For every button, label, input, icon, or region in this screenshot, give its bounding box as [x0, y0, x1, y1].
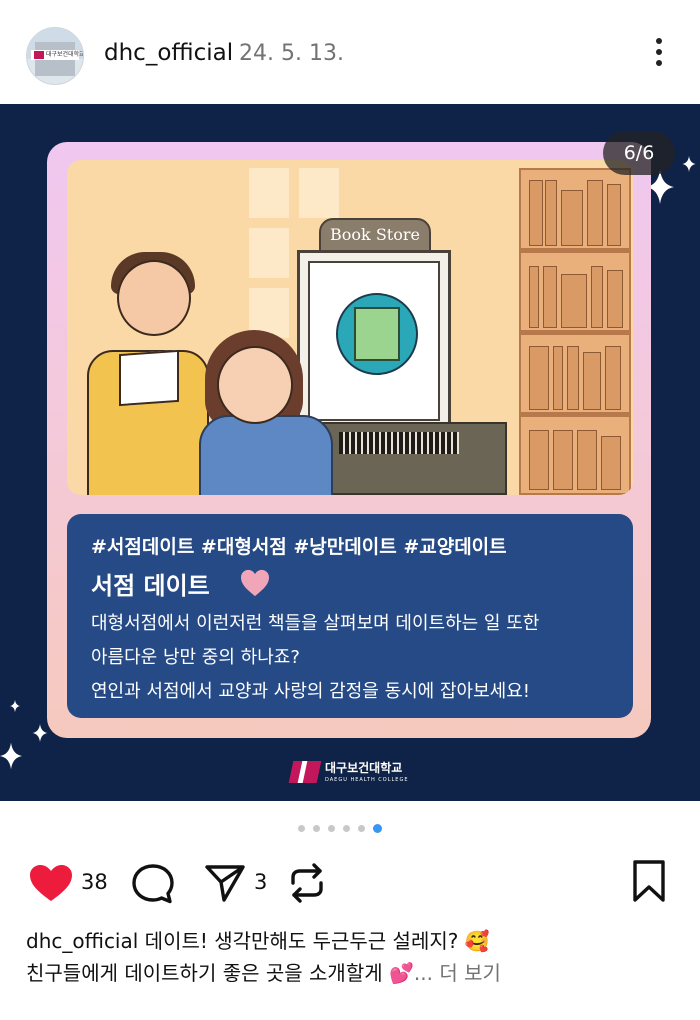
college-logo: 대구보건대학교 DAEGU HEALTH COLLEGE: [288, 759, 411, 789]
sparkle-icon: [32, 724, 48, 742]
boy-head: [117, 260, 191, 336]
college-logo-name: 대구보건대학교: [325, 761, 403, 775]
window-pane: [249, 168, 289, 218]
avatar[interactable]: 대구보건대학교: [26, 27, 84, 85]
caption-line-2: 친구들에게 데이트하기 좋은 곳을 소개할게 💕... 더 보기: [26, 957, 676, 989]
pager-dot-active: [373, 824, 382, 833]
more-vertical-icon[interactable]: [650, 38, 668, 72]
pager-dot: [343, 825, 350, 832]
kiosk: [297, 250, 451, 430]
avatar-text: 대구보건대학교: [46, 51, 84, 58]
panel-title: 서점 데이트: [91, 572, 210, 600]
post-date: 24. 5. 13.: [239, 41, 344, 66]
panel-line: 아름다운 낭만 중의 하나죠?: [91, 647, 300, 668]
more-link[interactable]: 더 보기: [439, 961, 501, 985]
sparkle-icon: [0, 742, 22, 770]
girl-head: [217, 346, 293, 424]
sparkle-icon: [10, 700, 20, 712]
caption-ellipsis: ...: [413, 961, 433, 985]
repost-icon[interactable]: [287, 861, 327, 905]
bookstore-scene: Book Store: [67, 160, 633, 495]
post-image[interactable]: Book Store #서점데이트 #대형서점 #낭만데이트 #교양데이트 서점…: [0, 104, 700, 801]
post-caption: dhc_official 데이트! 생각만해도 두근두근 설레지? 🥰 친구들에…: [26, 925, 676, 989]
college-logo-sub: DAEGU HEALTH COLLEGE: [325, 777, 409, 783]
post-username[interactable]: dhc_official: [104, 40, 233, 66]
avatar-logo-icon: [34, 51, 44, 59]
pager-dot: [328, 825, 335, 832]
pager-dot: [313, 825, 320, 832]
heart-filled-icon[interactable]: [28, 863, 74, 903]
open-book-icon: [119, 349, 179, 407]
caption-text-2: 친구들에게 데이트하기 좋은 곳을 소개할게 💕: [26, 961, 414, 985]
heart-icon: [241, 569, 269, 597]
caption-line-1: dhc_official 데이트! 생각만해도 두근두근 설레지? 🥰: [26, 925, 676, 957]
caption-username[interactable]: dhc_official: [26, 929, 138, 953]
panel-line: 연인과 서점에서 교양과 사랑의 감정을 동시에 잡아보세요!: [91, 681, 530, 702]
pager-dot: [298, 825, 305, 832]
post-header: 대구보건대학교 dhc_official 24. 5. 13.: [0, 0, 700, 104]
girl-figure: [199, 415, 333, 495]
hashtags: #서점데이트 #대형서점 #낭만데이트 #교양데이트: [91, 536, 507, 558]
window-pane: [249, 228, 289, 278]
window-pane: [299, 168, 339, 218]
kiosk-screen: [308, 261, 440, 421]
illustration-card: Book Store #서점데이트 #대형서점 #낭만데이트 #교양데이트 서점…: [47, 142, 651, 738]
kiosk-sign: Book Store: [319, 218, 431, 252]
send-icon[interactable]: [204, 863, 246, 903]
action-bar: 38 3: [0, 855, 700, 915]
text-panel: #서점데이트 #대형서점 #낭만데이트 #교양데이트 서점 데이트 대형서점에서…: [67, 514, 633, 718]
like-count[interactable]: 38: [81, 870, 108, 894]
bookmark-icon[interactable]: [631, 859, 667, 903]
caption-text-1: 데이트! 생각만해도 두근두근 설레지? 🥰: [144, 929, 490, 953]
pager-dot: [358, 825, 365, 832]
book-icon: [354, 307, 400, 361]
sparkle-icon: [682, 156, 696, 172]
slide-counter: 6/6: [603, 131, 675, 175]
panel-line: 대형서점에서 이런저런 책들을 살펴보며 데이트하는 일 또한: [91, 613, 540, 634]
share-count[interactable]: 3: [254, 870, 267, 894]
comment-icon[interactable]: [131, 863, 175, 905]
bookshelf: [519, 168, 631, 495]
keyboard: [339, 432, 459, 454]
